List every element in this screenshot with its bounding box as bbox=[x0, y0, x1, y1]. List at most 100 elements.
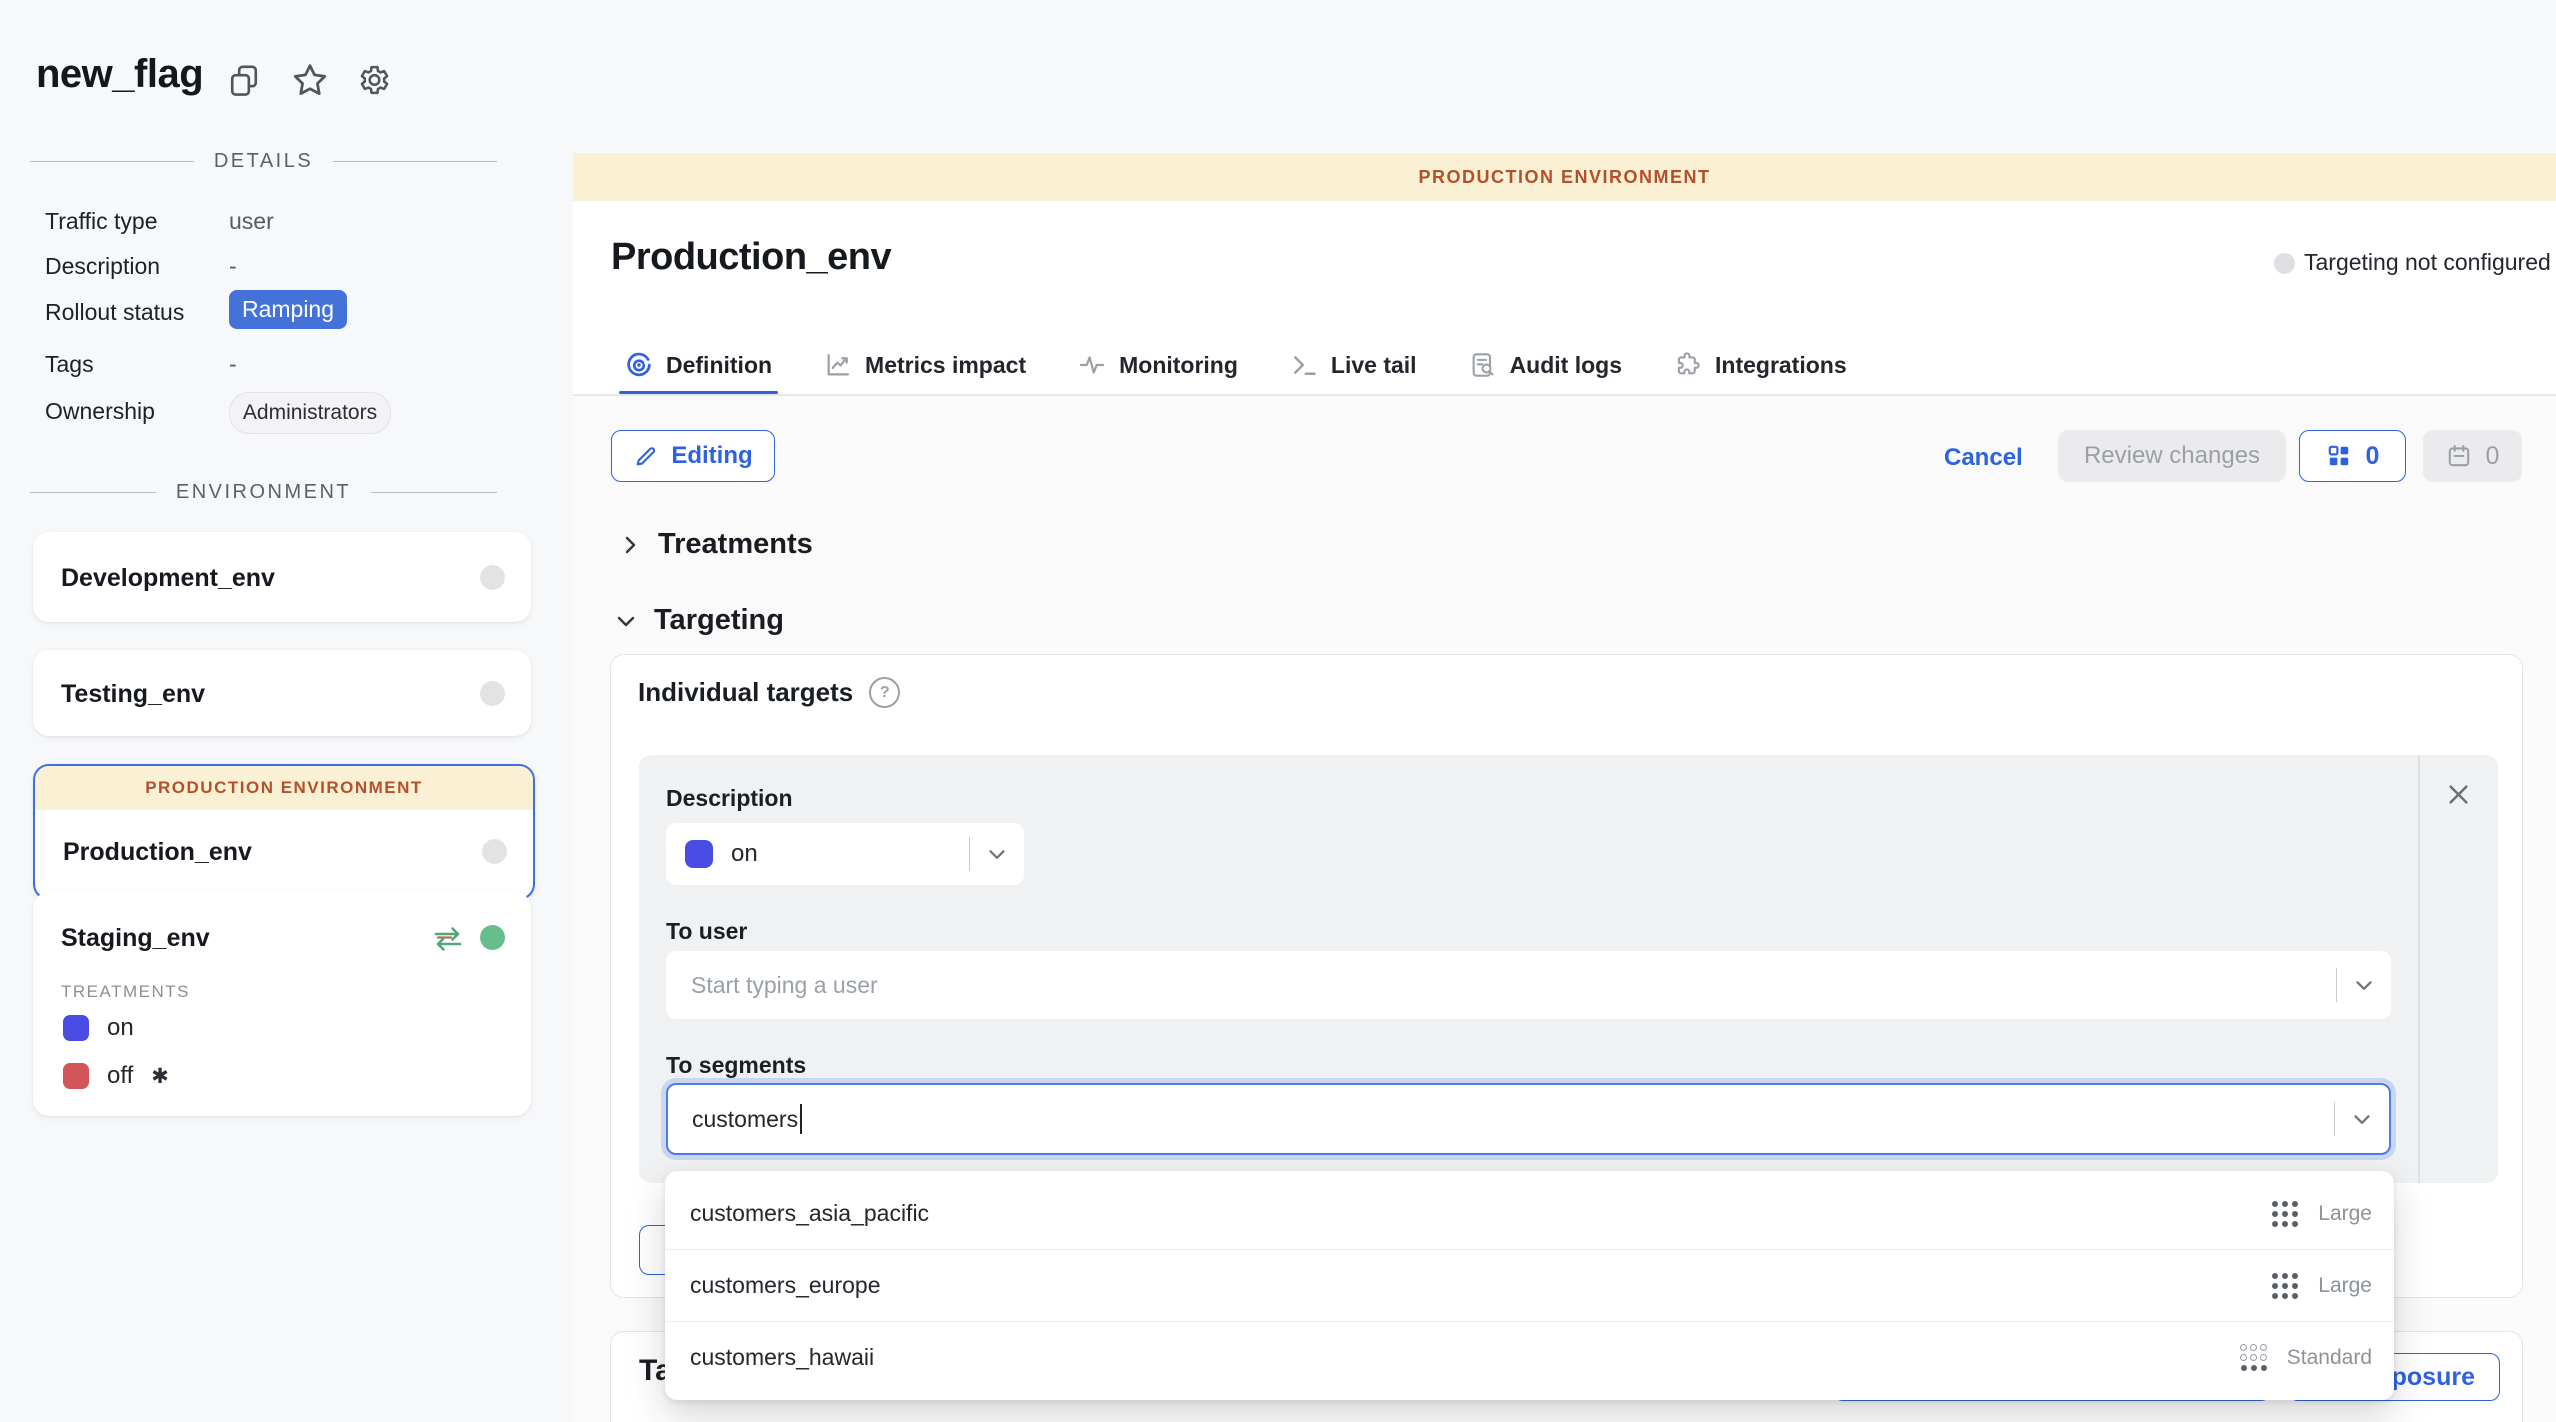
segment-size: Large bbox=[2318, 1202, 2372, 1226]
large-segment-icon bbox=[2272, 1273, 2298, 1299]
targeting-status-dot bbox=[2274, 253, 2295, 274]
individual-targets-heading: Individual targets bbox=[638, 677, 853, 708]
env-status-dot bbox=[480, 565, 505, 590]
segment-option[interactable]: customers_europe Large bbox=[665, 1249, 2394, 1321]
editing-label: Editing bbox=[671, 442, 752, 470]
scheduled-changes-count: 0 bbox=[2486, 442, 2500, 471]
tab-live-tail[interactable]: Live tail bbox=[1290, 336, 1417, 394]
tab-definition[interactable]: Definition bbox=[625, 336, 772, 394]
environment-title: Production_env bbox=[611, 236, 891, 279]
description-label: Description bbox=[666, 785, 793, 812]
environment-section-header: ENVIRONMENT bbox=[30, 481, 497, 504]
production-env-strip: PRODUCTION ENVIRONMENT bbox=[35, 766, 533, 810]
chevron-down-icon bbox=[2351, 972, 2377, 998]
tab-bar: Definition Metrics impact bbox=[573, 336, 2556, 396]
monitoring-icon bbox=[1078, 351, 1106, 379]
chevron-down-icon bbox=[2349, 1106, 2375, 1132]
tab-label: Monitoring bbox=[1119, 352, 1238, 379]
env-card-development[interactable]: Development_env bbox=[33, 532, 531, 622]
app-screen: new_flag DETAILS Traffic type user Descr… bbox=[0, 0, 2556, 1422]
rule-remove-column bbox=[2418, 755, 2498, 1183]
treatment-select[interactable]: on bbox=[666, 823, 1024, 885]
treatment-color-swatch bbox=[685, 840, 713, 868]
pending-changes-button[interactable]: 0 bbox=[2299, 430, 2406, 482]
treatment-select-value: on bbox=[731, 840, 969, 868]
detail-label: Ownership bbox=[45, 398, 155, 425]
env-card-testing[interactable]: Testing_env bbox=[33, 650, 531, 736]
to-user-combobox[interactable] bbox=[666, 951, 2391, 1019]
treatments-section-toggle[interactable]: Treatments bbox=[618, 528, 813, 561]
rollout-status-badge: Ramping bbox=[229, 290, 347, 329]
standard-segment-icon bbox=[2241, 1345, 2267, 1371]
scheduled-changes-button[interactable]: 0 bbox=[2423, 430, 2522, 482]
env-card-staging[interactable]: Staging_env TREATMENTS on off ✱ bbox=[33, 892, 531, 1116]
treatment-on-swatch bbox=[63, 1015, 89, 1041]
individual-target-rule: Description on To user bbox=[639, 755, 2498, 1183]
tab-label: Audit logs bbox=[1510, 352, 1622, 379]
tab-label: Metrics impact bbox=[865, 352, 1026, 379]
segment-option[interactable]: customers_hawaii Standard bbox=[665, 1321, 2394, 1393]
large-segment-icon bbox=[2272, 1201, 2298, 1227]
env-name: Testing_env bbox=[61, 680, 205, 709]
detail-label: Rollout status bbox=[45, 299, 184, 326]
detail-value: user bbox=[229, 208, 274, 235]
targeting-status-note: Targeting not configured bbox=[2304, 249, 2551, 276]
segment-name: customers_asia_pacific bbox=[690, 1200, 2272, 1227]
to-segments-label: To segments bbox=[666, 1052, 806, 1079]
detail-value: - bbox=[229, 253, 237, 280]
to-segments-combobox[interactable]: customers bbox=[666, 1083, 2391, 1155]
gear-icon[interactable] bbox=[355, 62, 391, 98]
ownership-pill: Administrators bbox=[229, 392, 391, 434]
env-name: Production_env bbox=[63, 838, 252, 867]
text-cursor bbox=[800, 1104, 802, 1134]
individual-targets-header: Individual targets ? bbox=[638, 677, 900, 708]
tab-metrics-impact[interactable]: Metrics impact bbox=[824, 336, 1026, 394]
chevron-down-icon bbox=[984, 841, 1010, 867]
segments-dropdown: customers_asia_pacific Large customers_e… bbox=[665, 1171, 2394, 1400]
production-environment-banner-label: PRODUCTION ENVIRONMENT bbox=[1418, 167, 1710, 188]
to-user-input[interactable] bbox=[691, 972, 2336, 999]
env-name: Staging_env bbox=[61, 924, 210, 953]
tab-integrations[interactable]: Integrations bbox=[1674, 336, 1847, 394]
segment-size: Standard bbox=[2287, 1346, 2372, 1370]
targeting-section-title: Targeting bbox=[654, 604, 784, 637]
to-segments-input-value[interactable]: customers bbox=[692, 1106, 798, 1133]
treatment-name: on bbox=[107, 1014, 134, 1042]
production-env-strip-label: PRODUCTION ENVIRONMENT bbox=[145, 778, 423, 798]
tab-monitoring[interactable]: Monitoring bbox=[1078, 336, 1238, 394]
review-changes-button[interactable]: Review changes bbox=[2058, 430, 2286, 482]
detail-label: Tags bbox=[45, 351, 94, 378]
copy-icon[interactable] bbox=[226, 62, 262, 98]
calendar-icon bbox=[2446, 443, 2472, 469]
help-icon[interactable]: ? bbox=[869, 677, 900, 708]
segment-name: customers_europe bbox=[690, 1272, 2272, 1299]
default-treatment-icon: ✱ bbox=[151, 1064, 169, 1089]
chevron-right-icon bbox=[618, 533, 642, 557]
env-status-dot bbox=[480, 681, 505, 706]
cancel-button[interactable]: Cancel bbox=[1944, 444, 2023, 472]
editing-button[interactable]: Editing bbox=[611, 430, 775, 482]
detail-value: - bbox=[229, 351, 237, 378]
env-card-production[interactable]: PRODUCTION ENVIRONMENT Production_env bbox=[33, 764, 535, 900]
targeting-section-toggle[interactable]: Targeting bbox=[614, 604, 784, 637]
segment-name: customers_hawaii bbox=[690, 1344, 2241, 1371]
details-section-header: DETAILS bbox=[30, 150, 497, 173]
close-icon[interactable] bbox=[2445, 781, 2472, 808]
tab-label: Live tail bbox=[1331, 352, 1417, 379]
treatment-row-off: off ✱ bbox=[63, 1062, 169, 1090]
page-title: new_flag bbox=[36, 52, 203, 97]
treatment-name: off bbox=[107, 1062, 133, 1090]
env-name: Development_env bbox=[61, 564, 275, 593]
detail-label: Description bbox=[45, 253, 160, 280]
definition-icon bbox=[625, 351, 653, 379]
detail-label: Traffic type bbox=[45, 208, 157, 235]
tab-label: Integrations bbox=[1715, 352, 1847, 379]
treatments-section-title: Treatments bbox=[658, 528, 813, 561]
segment-option[interactable]: customers_asia_pacific Large bbox=[665, 1178, 2394, 1249]
tab-audit-logs[interactable]: Audit logs bbox=[1469, 336, 1622, 394]
treatments-list-heading: TREATMENTS bbox=[61, 982, 190, 1002]
treatment-row-on: on bbox=[63, 1014, 134, 1042]
star-icon[interactable] bbox=[291, 61, 329, 99]
env-status-dot-active bbox=[480, 925, 505, 950]
treatment-off-swatch bbox=[63, 1063, 89, 1089]
